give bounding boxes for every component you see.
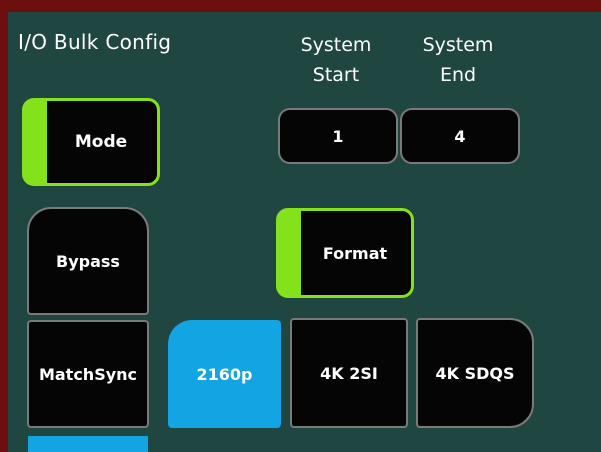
bypass-button-label: Bypass — [56, 251, 120, 271]
system-start-field[interactable]: 1 — [278, 108, 398, 164]
system-end-header-line1: System — [422, 34, 494, 56]
resolution-2160p-label: 2160p — [196, 364, 253, 384]
partial-selected-button[interactable] — [28, 436, 148, 452]
matchsync-button-label: MatchSync — [38, 364, 138, 384]
system-start-value: 1 — [332, 126, 344, 146]
format-4k-sdqs-button[interactable]: 4K SDQS — [416, 318, 534, 428]
system-start-header-line1: System — [300, 34, 372, 56]
system-start-header: System Start — [290, 30, 382, 90]
mode-button-label: Mode — [74, 132, 128, 152]
format-button-label: Format — [322, 243, 388, 263]
resolution-2160p-button[interactable]: 2160p — [168, 320, 281, 428]
system-start-header-line2: Start — [312, 64, 360, 86]
format-4k-sdqs-label: 4K SDQS — [435, 363, 515, 383]
mode-button[interactable]: Mode — [22, 98, 160, 186]
format-4k-2si-label: 4K 2SI — [320, 363, 378, 383]
format-button[interactable]: Format — [276, 208, 414, 298]
system-end-header: System End — [412, 30, 504, 90]
format-4k-2si-button[interactable]: 4K 2SI — [290, 318, 408, 428]
matchsync-button[interactable]: MatchSync — [27, 320, 149, 428]
system-end-header-line2: End — [439, 64, 477, 86]
bypass-button[interactable]: Bypass — [27, 207, 149, 315]
system-end-field[interactable]: 4 — [400, 108, 520, 164]
system-end-value: 4 — [454, 126, 466, 146]
panel-title: I/O Bulk Config — [18, 30, 172, 54]
